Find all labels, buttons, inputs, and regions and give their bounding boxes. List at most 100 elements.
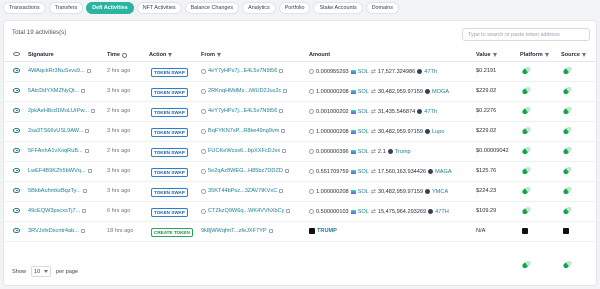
pill-icon[interactable] bbox=[562, 259, 573, 270]
tab-balance-changes[interactable]: Balance Changes bbox=[184, 2, 240, 14]
source-pill-icon[interactable] bbox=[562, 85, 573, 96]
eye-icon[interactable] bbox=[13, 68, 20, 73]
eye-icon[interactable] bbox=[13, 88, 20, 93]
signature-link[interactable]: 5AtcDdYXMZNyQt... bbox=[28, 88, 79, 94]
from-address-link[interactable]: 5e2qAz8WEG...H85bz7DDZD bbox=[208, 168, 283, 174]
from-address-link[interactable]: CTZkzQ9W6q...WK4VVhXbCy bbox=[208, 208, 284, 214]
source-pill-icon[interactable] bbox=[562, 125, 573, 136]
copy-icon[interactable] bbox=[286, 208, 291, 214]
eye-icon[interactable] bbox=[13, 108, 20, 113]
filter-icon[interactable] bbox=[581, 53, 586, 57]
from-column-header[interactable]: From bbox=[201, 52, 221, 58]
tab-transfers[interactable]: Transfers bbox=[48, 2, 84, 14]
source-pill-icon[interactable] bbox=[562, 185, 573, 196]
platform-pill-icon[interactable] bbox=[521, 145, 532, 156]
token-in-link[interactable]: SOL bbox=[358, 149, 369, 155]
platform-pill-icon[interactable] bbox=[521, 125, 532, 136]
from-address-link[interactable]: 4eY7yHPs7j...E4L5x7N9t56 bbox=[208, 68, 277, 74]
tab-domains[interactable]: Domains bbox=[365, 2, 399, 14]
copy-icon[interactable] bbox=[81, 88, 86, 94]
platform-pill-icon[interactable] bbox=[521, 205, 532, 216]
page-size-select[interactable]: 10 bbox=[31, 266, 51, 277]
eye-icon[interactable] bbox=[13, 148, 20, 153]
token-out-link[interactable]: 47Th bbox=[424, 69, 437, 75]
copy-icon[interactable] bbox=[82, 208, 87, 214]
source-pill-icon[interactable] bbox=[562, 165, 573, 176]
token-out-link[interactable]: TRUMP bbox=[317, 228, 337, 234]
copy-icon[interactable] bbox=[84, 148, 89, 154]
copy-icon[interactable] bbox=[80, 228, 85, 234]
source-pill-icon[interactable] bbox=[562, 65, 573, 76]
copy-icon[interactable] bbox=[279, 68, 284, 74]
signature-link[interactable]: 49cEQW3pscxsTj7... bbox=[28, 208, 80, 214]
filter-icon[interactable] bbox=[168, 53, 173, 57]
from-address-link[interactable]: 35KT44bPsz...3ZAV7tKVxC bbox=[208, 188, 277, 194]
platform-logo-icon[interactable] bbox=[522, 228, 528, 234]
from-address-link[interactable]: 9k8jWWqfmT...zfeJXF7YP bbox=[201, 228, 267, 234]
copy-icon[interactable] bbox=[283, 88, 288, 94]
signature-link[interactable]: 2pkAeH8cd1MoLUrPw... bbox=[28, 108, 89, 114]
copy-icon[interactable] bbox=[82, 188, 87, 194]
copy-icon[interactable] bbox=[279, 188, 284, 194]
tab-nft-activities[interactable]: NFT Activities bbox=[136, 2, 182, 14]
token-in-link[interactable]: SOL bbox=[358, 89, 369, 95]
signature-link[interactable]: 5BkbAuhmkzBqzTy... bbox=[28, 188, 81, 194]
signature-link[interactable]: 2sa3TS66vUSL9AW... bbox=[28, 128, 83, 134]
copy-icon[interactable] bbox=[282, 148, 287, 154]
tab-stake-accounts[interactable]: Stake Accounts bbox=[313, 2, 363, 14]
platform-pill-icon[interactable] bbox=[521, 65, 532, 76]
tab-defi-activities[interactable]: Defi Activities bbox=[86, 2, 134, 14]
token-in-link[interactable]: SOL bbox=[358, 69, 369, 75]
filter-icon[interactable] bbox=[544, 53, 549, 57]
copy-icon[interactable] bbox=[279, 108, 284, 114]
source-logo-icon[interactable] bbox=[563, 228, 569, 234]
token-in-link[interactable]: SOL bbox=[358, 109, 369, 115]
tab-transactions[interactable]: Transactions bbox=[3, 2, 46, 14]
token-out-link[interactable]: 47Th bbox=[424, 109, 437, 115]
copy-icon[interactable] bbox=[281, 128, 286, 134]
from-address-link[interactable]: BqFYKN7xP...R8ke49ng9vm bbox=[208, 128, 279, 134]
platform-summary-icon[interactable] bbox=[521, 259, 532, 270]
token-out-link[interactable]: 47TH bbox=[435, 209, 449, 215]
source-pill-icon[interactable] bbox=[562, 145, 573, 156]
copy-icon[interactable] bbox=[86, 68, 91, 74]
tab-portfolio[interactable]: Portfolio bbox=[278, 2, 311, 14]
copy-icon[interactable] bbox=[90, 108, 95, 114]
pill-icon[interactable] bbox=[521, 259, 532, 270]
action-column-header[interactable]: Action bbox=[149, 52, 173, 58]
time-column-header[interactable]: Time bbox=[107, 52, 127, 58]
platform-column-header[interactable]: Platform bbox=[520, 52, 549, 58]
filter-icon[interactable] bbox=[216, 53, 221, 57]
platform-pill-icon[interactable] bbox=[521, 105, 532, 116]
signature-link[interactable]: LwEF4B9KZh5bWVq... bbox=[28, 168, 86, 174]
token-in-link[interactable]: SOL bbox=[358, 209, 369, 215]
copy-icon[interactable] bbox=[87, 168, 92, 174]
source-pill-icon[interactable] bbox=[562, 205, 573, 216]
eye-icon[interactable] bbox=[13, 208, 20, 213]
platform-pill-icon[interactable] bbox=[521, 165, 532, 176]
token-out-link[interactable]: Lupo bbox=[432, 129, 444, 135]
source-pill-icon[interactable] bbox=[562, 105, 573, 116]
tab-analytics[interactable]: Analytics bbox=[242, 2, 276, 14]
eye-icon[interactable] bbox=[13, 128, 20, 133]
filter-icon[interactable] bbox=[492, 53, 497, 57]
token-in-link[interactable]: SOL bbox=[358, 169, 369, 175]
source-column-header[interactable]: Source bbox=[561, 52, 586, 58]
token-out-link[interactable]: YMCA bbox=[432, 189, 448, 195]
from-address-link[interactable]: 2RKnqHMdMz...iWUD2Jux2c bbox=[208, 88, 281, 94]
eye-icon[interactable] bbox=[13, 188, 20, 193]
token-in-link[interactable]: SOL bbox=[358, 129, 369, 135]
token-search-input[interactable] bbox=[462, 28, 590, 41]
copy-icon[interactable] bbox=[85, 128, 90, 134]
signature-link[interactable]: 5FFAnhA1vXoqRuB... bbox=[28, 148, 83, 154]
copy-icon[interactable] bbox=[268, 228, 273, 234]
token-out-link[interactable]: MOGA bbox=[432, 89, 449, 95]
value-column-header[interactable]: Value bbox=[476, 52, 497, 58]
token-in-link[interactable]: SOL bbox=[358, 189, 369, 195]
from-address-link[interactable]: FUCKeWcsx6...bpXXFcDJxx bbox=[208, 148, 280, 154]
copy-icon[interactable] bbox=[284, 168, 289, 174]
from-address-link[interactable]: 4eY7yHPs7j...E4L5x7N9t56 bbox=[208, 108, 277, 114]
eye-icon[interactable] bbox=[13, 168, 20, 173]
token-out-link[interactable]: Trump bbox=[395, 149, 411, 155]
token-out-link[interactable]: MAGA bbox=[435, 169, 451, 175]
